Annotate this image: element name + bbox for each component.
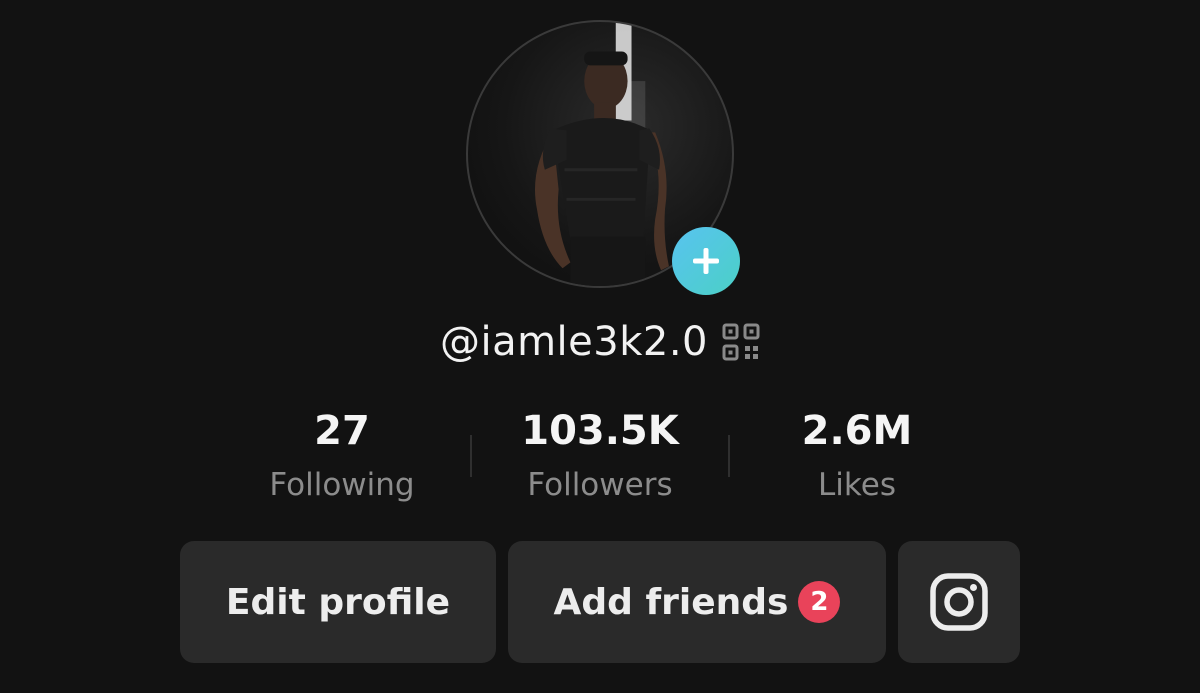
username-row: @iamle3k2.0: [0, 312, 1200, 372]
stat-following[interactable]: 27 Following: [222, 405, 462, 505]
notification-badge: 2: [798, 581, 841, 623]
username: @iamle3k2.0: [439, 319, 709, 365]
avatar-container: [466, 20, 740, 295]
likes-label: Likes: [818, 467, 896, 503]
stat-followers[interactable]: 103.5K Followers: [480, 405, 720, 505]
edit-profile-label: Edit profile: [225, 581, 451, 623]
instagram-icon: [930, 573, 988, 631]
profile-page: @iamle3k2.0 27 Following 103.5K Follower…: [0, 0, 1200, 693]
stat-divider: [728, 435, 730, 477]
followers-count: 103.5K: [521, 408, 679, 454]
following-count: 27: [314, 408, 370, 454]
stats-row: 27 Following 103.5K Followers 2.6M Likes: [0, 405, 1200, 505]
add-avatar-button[interactable]: [672, 227, 740, 295]
stat-divider: [470, 435, 472, 477]
likes-count: 2.6M: [801, 408, 913, 454]
add-friends-button[interactable]: Add friends 2: [508, 541, 886, 663]
instagram-button[interactable]: [898, 541, 1020, 663]
plus-icon: [693, 248, 719, 274]
add-friends-label: Add friends: [553, 581, 789, 623]
followers-label: Followers: [527, 467, 673, 503]
edit-profile-button[interactable]: Edit profile: [180, 541, 496, 663]
stat-likes[interactable]: 2.6M Likes: [737, 405, 977, 505]
following-label: Following: [269, 467, 415, 503]
qr-code-icon[interactable]: [722, 323, 760, 361]
